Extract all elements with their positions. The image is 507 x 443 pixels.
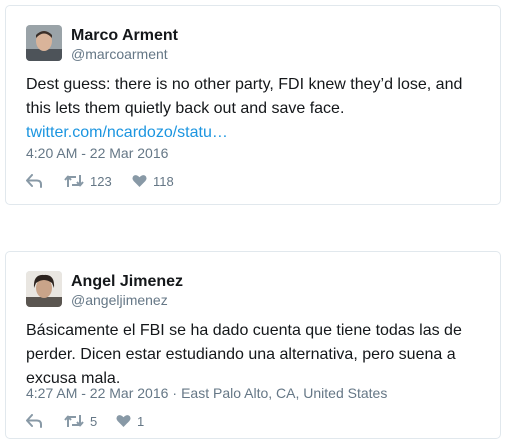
author-handle[interactable]: @marcoarment [71,46,168,62]
tweet-card: Angel Jimenez @angeljimenez Básicamente … [5,251,501,439]
tweet-text-line: Básicamente el FBI se ha dado cuenta que… [26,322,462,339]
retweet-button[interactable]: 5 [64,411,97,431]
retweet-count: 123 [90,173,112,189]
tweet-text-line: perder. Dicen estar estudiando una alter… [26,346,456,363]
retweet-count: 5 [90,413,98,429]
tweet-meta: 4:20 AM - 22 Mar 2016 [26,145,168,161]
like-count: 1 [137,413,145,429]
tweet-text: Básicamente el FBI se ha dado cuenta que… [26,319,486,391]
reply-button[interactable] [26,411,43,431]
meta-separator: · [172,385,178,401]
tweet-text-line: this lets them quietly back out and save… [26,100,345,117]
heart-icon [132,175,147,187]
reply-icon [26,174,42,188]
tweet-meta: 4:27 AM - 22 Mar 2016 · East Palo Alto, CA… [26,385,387,401]
tweet-timestamp[interactable]: 4:20 AM - 22 Mar 2016 [26,145,168,161]
author-handle[interactable]: @angeljimenez [71,292,168,308]
author-name[interactable]: Marco Arment [71,27,178,45]
heart-icon [116,415,131,427]
tweet-timestamp[interactable]: 4:27 AM - 22 Mar 2016 [26,385,168,401]
tweet-link[interactable]: twitter.com/ncardozo/statu… [26,124,228,141]
like-button[interactable]: 118 [132,171,174,191]
author-name[interactable]: Angel Jimenez [71,273,183,291]
retweet-icon [64,175,84,187]
tweet-text: Dest guess: there is no other party, FDI… [26,73,486,145]
reply-button[interactable] [26,171,43,191]
tweet-text-line: Dest guess: there is no other party, FDI… [26,76,463,93]
retweet-icon [64,415,84,427]
reply-icon [26,414,42,428]
retweet-button[interactable]: 123 [64,171,112,191]
avatar[interactable] [26,25,62,61]
like-count: 118 [153,173,174,189]
like-button[interactable]: 1 [116,411,144,431]
tweet-card: Marco Arment @marcoarment Dest guess: th… [5,5,501,205]
avatar[interactable] [26,271,62,307]
tweet-location[interactable]: East Palo Alto, CA, United States [181,385,387,401]
